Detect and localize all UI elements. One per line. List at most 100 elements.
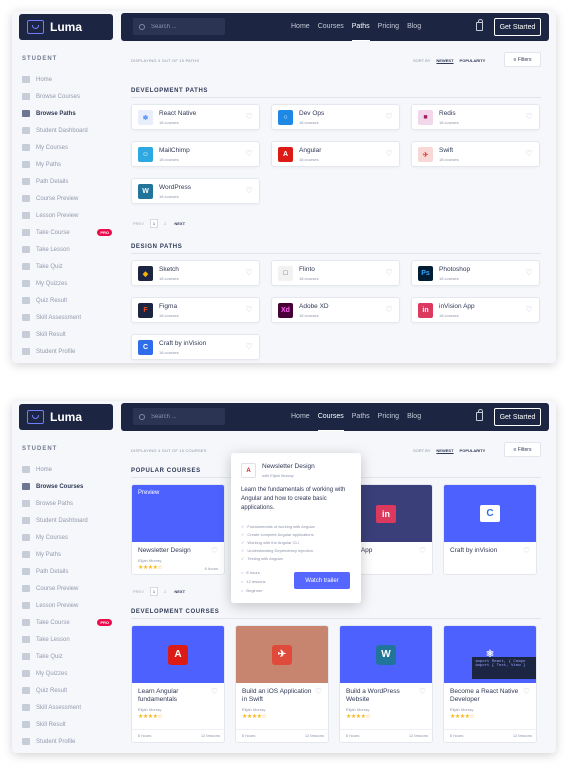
pagination-next[interactable]: NEXT xyxy=(172,588,187,595)
brand[interactable]: Luma xyxy=(19,14,113,40)
heart-icon[interactable]: ♡ xyxy=(525,113,533,121)
heart-icon[interactable]: ♡ xyxy=(385,306,393,314)
path-card[interactable]: C Craft by inVision 18 courses ♡ xyxy=(131,334,260,360)
heart-icon[interactable]: ♡ xyxy=(419,687,426,696)
sidebar-item-take-quiz[interactable]: Take Quiz xyxy=(22,258,118,275)
sidebar-item-home[interactable]: Home xyxy=(22,461,118,478)
sort-newest[interactable]: NEWEST xyxy=(436,448,453,453)
sort-newest[interactable]: NEWEST xyxy=(436,58,453,63)
path-card[interactable]: ◆ Sketch 18 courses ♡ xyxy=(131,260,260,286)
heart-icon[interactable]: ♡ xyxy=(419,546,426,555)
sidebar-item-skill-assessment[interactable]: Skill Assessment xyxy=(22,699,118,716)
nav-link-courses[interactable]: Courses xyxy=(317,403,344,431)
get-started-button[interactable]: Get Started xyxy=(494,18,541,36)
course-card[interactable]: C Craft by inVision ♡ xyxy=(443,484,537,575)
sidebar-item-my-quizzes[interactable]: My Quizzes xyxy=(22,275,118,292)
sidebar-item-lesson-preview[interactable]: Lesson Preview xyxy=(22,597,118,614)
pagination-page[interactable]: 1 xyxy=(149,587,159,596)
path-card[interactable]: Xd Adobe XD 18 courses ♡ xyxy=(271,297,400,323)
filters-button[interactable]: ≡ Filters xyxy=(504,52,541,67)
course-card[interactable]: ✈ Build an iOS Application in Swift Elijah… xyxy=(235,625,329,743)
sidebar-item-help-center[interactable]: Help Center xyxy=(22,750,118,753)
course-card[interactable]: Preview Newsletter Design Elijah Murray ★★★… xyxy=(131,484,225,575)
search-box[interactable] xyxy=(133,408,225,425)
course-card[interactable]: W Build a WordPress Website Elijah Murray ★… xyxy=(339,625,433,743)
get-started-button[interactable]: Get Started xyxy=(494,408,541,426)
heart-icon[interactable]: ♡ xyxy=(245,113,253,121)
sidebar-item-path-details[interactable]: Path Details xyxy=(22,173,118,190)
search-input[interactable] xyxy=(151,413,221,420)
sidebar-item-browse-courses[interactable]: Browse Courses xyxy=(22,478,118,495)
sidebar-item-skill-result[interactable]: Skill Result xyxy=(22,716,118,733)
path-card[interactable]: A Angular 18 courses ♡ xyxy=(271,141,400,167)
heart-icon[interactable]: ♡ xyxy=(315,687,322,696)
sidebar-item-take-lesson[interactable]: Take Lesson xyxy=(22,241,118,258)
nav-link-blog[interactable]: Blog xyxy=(407,13,421,41)
sidebar-item-lesson-preview[interactable]: Lesson Preview xyxy=(22,207,118,224)
pagination-next[interactable]: NEXT xyxy=(172,220,187,227)
heart-icon[interactable]: ♡ xyxy=(523,546,530,555)
pagination-page[interactable]: 2 xyxy=(162,588,168,595)
sidebar-item-home[interactable]: Home xyxy=(22,71,118,88)
path-card[interactable]: □ Flinto 18 courses ♡ xyxy=(271,260,400,286)
sidebar-item-my-quizzes[interactable]: My Quizzes xyxy=(22,665,118,682)
heart-icon[interactable]: ♡ xyxy=(523,687,530,696)
course-card[interactable]: A Learn Angular fundamentals Elijah Murray… xyxy=(131,625,225,743)
sidebar-item-browse-courses[interactable]: Browse Courses xyxy=(22,88,118,105)
watch-trailer-button[interactable]: Watch trailer xyxy=(294,572,350,589)
path-card[interactable]: W WordPress 18 courses ♡ xyxy=(131,178,260,204)
sidebar-item-my-courses[interactable]: My Courses xyxy=(22,139,118,156)
heart-icon[interactable]: ♡ xyxy=(385,113,393,121)
heart-icon[interactable]: ♡ xyxy=(245,343,253,351)
pagination-page[interactable]: 1 xyxy=(149,219,159,228)
sidebar-item-quiz-result[interactable]: Quiz Result xyxy=(22,682,118,699)
nav-link-courses[interactable]: Courses xyxy=(318,13,344,41)
path-card[interactable]: ✈ Swift 18 courses ♡ xyxy=(411,141,540,167)
sidebar-item-student-dashboard[interactable]: Student Dashboard xyxy=(22,122,118,139)
heart-icon[interactable]: ♡ xyxy=(245,306,253,314)
sidebar-item-student-dashboard[interactable]: Student Dashboard xyxy=(22,512,118,529)
sidebar-item-path-details[interactable]: Path Details xyxy=(22,563,118,580)
heart-icon[interactable]: ♡ xyxy=(525,306,533,314)
filters-button[interactable]: ≡ Filters xyxy=(504,442,541,457)
course-card[interactable]: ⚛ import React, { Compo import { Text, Vi… xyxy=(443,625,537,743)
search-box[interactable] xyxy=(133,18,225,35)
pagination-prev[interactable]: PREV xyxy=(131,588,146,595)
heart-icon[interactable]: ♡ xyxy=(245,187,253,195)
heart-icon[interactable]: ♡ xyxy=(385,150,393,158)
sidebar-item-course-preview[interactable]: Course Preview xyxy=(22,580,118,597)
heart-icon[interactable]: ♡ xyxy=(211,687,218,696)
search-input[interactable] xyxy=(151,23,221,30)
nav-link-blog[interactable]: Blog xyxy=(407,403,421,431)
sidebar-item-student-profile[interactable]: Student Profile xyxy=(22,733,118,750)
sidebar-item-take-course[interactable]: Take Course PRO xyxy=(22,614,118,631)
nav-link-home[interactable]: Home xyxy=(291,403,310,431)
sidebar-item-student-profile[interactable]: Student Profile xyxy=(22,343,118,360)
path-card[interactable]: ○ Dev Ops 18 courses ♡ xyxy=(271,104,400,130)
preview-badge[interactable]: Preview xyxy=(138,490,159,496)
heart-icon[interactable]: ♡ xyxy=(525,269,533,277)
path-card[interactable]: in inVision App 18 courses ♡ xyxy=(411,297,540,323)
pagination-prev[interactable]: PREV xyxy=(131,220,146,227)
sidebar-item-skill-assessment[interactable]: Skill Assessment xyxy=(22,309,118,326)
heart-icon[interactable]: ♡ xyxy=(245,150,253,158)
nav-link-pricing[interactable]: Pricing xyxy=(378,403,399,431)
nav-link-pricing[interactable]: Pricing xyxy=(378,13,399,41)
path-card[interactable]: ☺ MailChimp 18 courses ♡ xyxy=(131,141,260,167)
sidebar-item-take-quiz[interactable]: Take Quiz xyxy=(22,648,118,665)
heart-icon[interactable]: ♡ xyxy=(525,150,533,158)
nav-link-paths[interactable]: Paths xyxy=(352,403,370,431)
heart-icon[interactable]: ♡ xyxy=(385,269,393,277)
sidebar-item-browse-paths[interactable]: Browse Paths xyxy=(22,105,118,122)
heart-icon[interactable]: ♡ xyxy=(245,269,253,277)
nav-link-home[interactable]: Home xyxy=(291,13,310,41)
sidebar-item-take-course[interactable]: Take Course PRO xyxy=(22,224,118,241)
sidebar-item-help-center[interactable]: Help Center xyxy=(22,360,118,363)
path-card[interactable]: ■ Redis 18 courses ♡ xyxy=(411,104,540,130)
sidebar-item-take-lesson[interactable]: Take Lesson xyxy=(22,631,118,648)
path-card[interactable]: ⚛ React Native 18 courses ♡ xyxy=(131,104,260,130)
heart-icon[interactable]: ♡ xyxy=(211,546,218,555)
sidebar-item-browse-paths[interactable]: Browse Paths xyxy=(22,495,118,512)
sidebar-item-quiz-result[interactable]: Quiz Result xyxy=(22,292,118,309)
sidebar-item-my-paths[interactable]: My Paths xyxy=(22,546,118,563)
